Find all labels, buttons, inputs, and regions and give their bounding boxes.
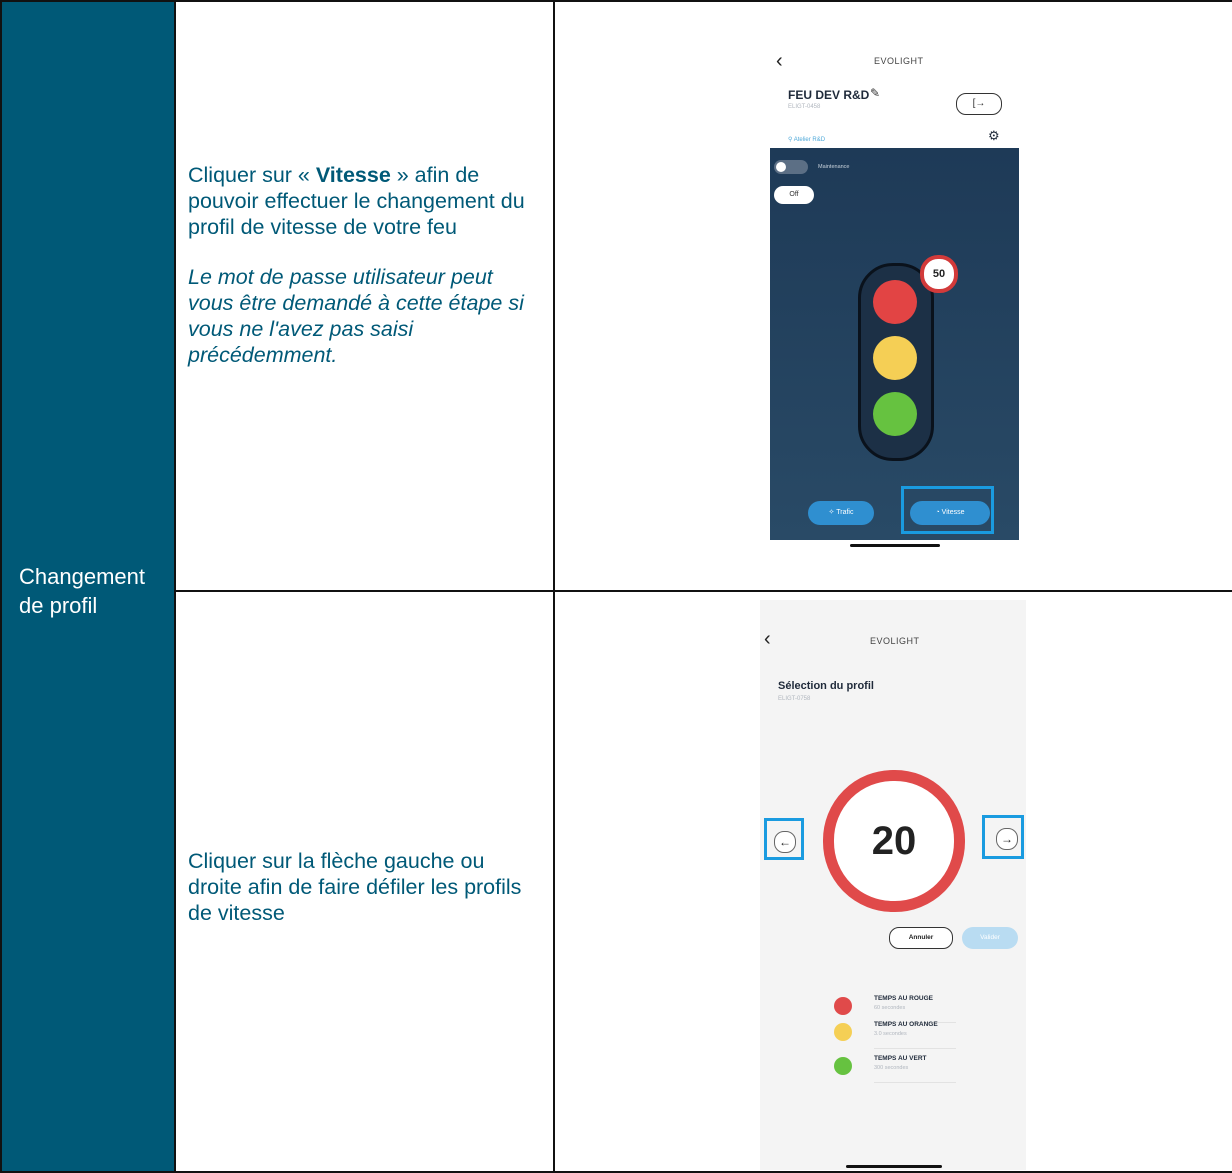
- instruction-vitesse: Cliquer sur « Vitesse » afin de pouvoir …: [188, 162, 538, 368]
- gear-icon[interactable]: ⚙: [988, 128, 1000, 144]
- toggle-knob: [776, 162, 786, 172]
- trafic-button[interactable]: ✧ Trafic: [808, 501, 874, 525]
- logout-button[interactable]: [→: [956, 93, 1002, 115]
- vitesse-keyword: Vitesse: [315, 163, 391, 187]
- divider: [874, 1082, 956, 1083]
- instruction-arrows: Cliquer sur la flèche gauche ou droite a…: [188, 849, 522, 925]
- legend-value: 60 secondes: [874, 1005, 906, 1011]
- red-lamp: [873, 280, 917, 324]
- table-border: [553, 0, 555, 1173]
- traffic-light: [858, 263, 934, 461]
- legend-name: TEMPS AU VERT: [874, 1055, 927, 1062]
- green-lamp: [873, 392, 917, 436]
- green-dot: [834, 1057, 852, 1075]
- logout-icon: [→: [972, 98, 986, 109]
- speed-value: 20: [871, 819, 917, 863]
- legend-value: 300 secondes: [874, 1065, 909, 1071]
- table-border: [174, 0, 176, 1173]
- instruction-table: Changement de profil Cliquer sur « Vites…: [0, 0, 1232, 1173]
- location-label[interactable]: ⚲ Atelier R&D: [788, 136, 825, 143]
- home-indicator: [850, 544, 940, 547]
- chevron-left-icon[interactable]: ‹: [764, 628, 771, 651]
- validate-button[interactable]: Valider: [962, 927, 1018, 949]
- right-arrow-highlight: [982, 815, 1024, 859]
- legend-green: TEMPS AU VERT 300 secondes: [830, 1055, 960, 1087]
- app-title: EVOLIGHT: [874, 56, 924, 66]
- legend-value: 3.0 secondes: [874, 1031, 907, 1037]
- legend-orange: TEMPS AU ORANGE 3.0 secondes: [830, 1021, 960, 1053]
- speed-sign: 50: [920, 255, 958, 293]
- home-indicator: [846, 1165, 942, 1168]
- password-note: Le mot de passe utilisateur peut vous êt…: [188, 265, 524, 367]
- device-id: ELIGT-0458: [788, 104, 821, 110]
- pencil-icon[interactable]: ✎: [870, 86, 880, 100]
- maintenance-toggle[interactable]: [774, 160, 808, 174]
- yellow-lamp: [873, 336, 917, 380]
- legend-name: TEMPS AU ROUGE: [874, 995, 933, 1002]
- table-border: [0, 0, 2, 1173]
- page-title: Sélection du profil: [778, 680, 874, 692]
- left-arrow-highlight: [764, 818, 804, 860]
- app-title: EVOLIGHT: [870, 636, 920, 646]
- app-screenshot-profile: ‹ EVOLIGHT Sélection du profil ELIGT-075…: [760, 600, 1026, 1170]
- chevron-left-icon[interactable]: ‹: [776, 50, 783, 73]
- speed-profile-sign: 20: [823, 770, 965, 912]
- maintenance-label: Maintenance: [818, 164, 850, 170]
- red-dot: [834, 997, 852, 1015]
- device-name: FEU DEV R&D: [788, 88, 870, 102]
- table-border: [0, 0, 1232, 2]
- off-button[interactable]: Off: [774, 186, 814, 204]
- table-border: [174, 590, 1232, 592]
- divider: [874, 1048, 956, 1049]
- instruction-text: Cliquer sur « Vitesse » afin de pouvoir …: [188, 163, 525, 239]
- cancel-button[interactable]: Annuler: [889, 927, 953, 949]
- device-id: ELIGT-0758: [778, 696, 811, 702]
- orange-dot: [834, 1023, 852, 1041]
- category-label: Changement de profil: [19, 564, 145, 618]
- app-screenshot-light: ‹ EVOLIGHT FEU DEV R&D ✎ ELIGT-0458 [→ ⚲…: [770, 44, 1019, 550]
- vitesse-highlight: [901, 486, 994, 534]
- legend-name: TEMPS AU ORANGE: [874, 1021, 938, 1028]
